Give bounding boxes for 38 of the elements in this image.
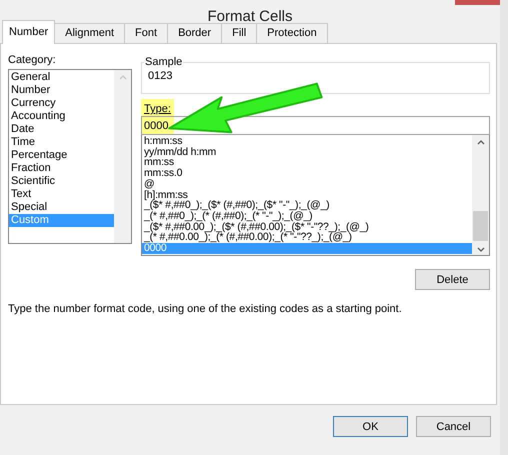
- sample-label: Sample: [144, 56, 184, 68]
- category-item[interactable]: Percentage: [9, 149, 114, 162]
- scrollbar[interactable]: [472, 135, 489, 255]
- format-item[interactable]: [h]:mm:ss: [142, 190, 472, 200]
- delete-button[interactable]: Delete: [415, 269, 490, 290]
- dialog-button[interactable]: Cancel: [416, 416, 491, 437]
- format-item[interactable]: mm:ss: [142, 157, 472, 168]
- category-item[interactable]: Special: [9, 201, 114, 214]
- format-item[interactable]: h:mm:ss: [142, 136, 472, 147]
- close-button[interactable]: [455, 0, 500, 5]
- format-item[interactable]: yy/mm/dd h:mm: [142, 146, 472, 158]
- type-label: Type:: [141, 99, 174, 116]
- format-item[interactable]: _(* #,##0.00_);_(* (#,##0.00);_(* "-"??_);_(@_): [142, 232, 472, 244]
- format-item[interactable]: @: [142, 178, 472, 190]
- category-item[interactable]: Accounting: [9, 110, 114, 123]
- window-title: Format Cells: [207, 9, 292, 24]
- format-item[interactable]: _($* #,##0_);_($* (#,##0);_($* "-"_);_(@_): [142, 200, 472, 211]
- category-item[interactable]: Date: [9, 123, 114, 136]
- category-item[interactable]: Number: [9, 84, 114, 97]
- description-text: Type the number format code, using one of the existing codes as a starting point.: [8, 303, 403, 316]
- category-item[interactable]: Currency: [9, 97, 114, 110]
- scroll-up-icon[interactable]: [476, 140, 484, 145]
- category-item[interactable]: General: [9, 71, 114, 84]
- format-item[interactable]: mm:ss.0: [142, 168, 472, 179]
- format-item[interactable]: _($* #,##0.00_);_($* (#,##0.00);_($* "-"??_);_(@_): [142, 222, 472, 232]
- category-item[interactable]: Scientific: [9, 175, 114, 188]
- category-item[interactable]: Fraction: [9, 162, 114, 175]
- category-item[interactable]: Text: [9, 188, 114, 201]
- category-label: Category:: [8, 54, 57, 67]
- scrollbar[interactable]: [114, 70, 131, 243]
- format-item[interactable]: _(* #,##0_);_(* (#,##0);_(* "-"_);_(@_): [142, 210, 472, 222]
- scroll-thumb[interactable]: [473, 211, 488, 241]
- scroll-down-icon[interactable]: [476, 247, 484, 252]
- category-item[interactable]: Time: [9, 136, 114, 149]
- tab[interactable]: Protection: [256, 23, 328, 43]
- dialog-button[interactable]: OK: [333, 416, 408, 437]
- sample-value: 0123: [148, 70, 172, 82]
- tab[interactable]: Number: [2, 20, 56, 44]
